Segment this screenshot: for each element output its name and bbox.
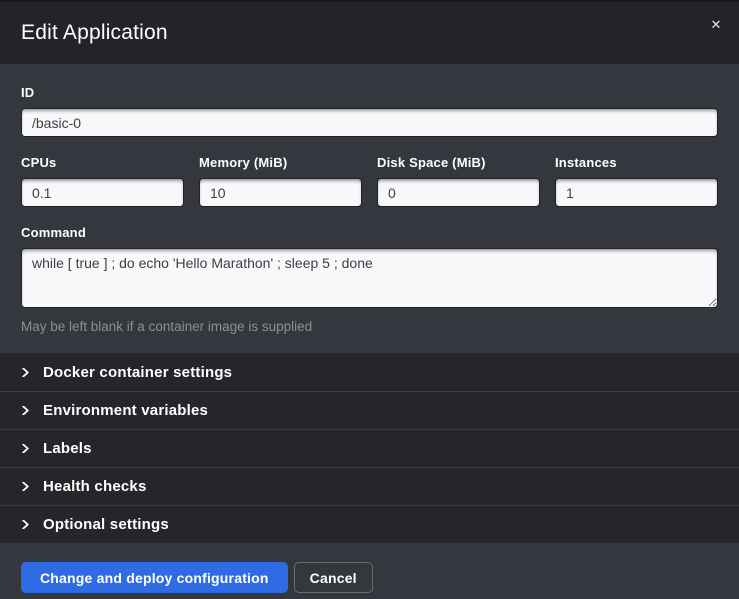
instances-field-group: Instances	[555, 155, 718, 207]
memory-input[interactable]	[199, 178, 362, 207]
modal-header: Edit Application ✕	[0, 2, 739, 64]
command-label: Command	[21, 225, 718, 241]
disk-label: Disk Space (MiB)	[377, 155, 540, 171]
memory-label: Memory (MiB)	[199, 155, 362, 171]
section-label: Optional settings	[43, 516, 169, 533]
close-icon[interactable]: ✕	[706, 16, 726, 36]
cpus-input[interactable]	[21, 178, 184, 207]
id-field-group: ID	[21, 85, 718, 137]
chevron-right-icon	[21, 520, 30, 529]
section-label: Health checks	[43, 478, 146, 495]
cancel-button[interactable]: Cancel	[294, 562, 373, 593]
command-textarea[interactable]: while [ true ] ; do echo 'Hello Marathon…	[21, 248, 718, 308]
modal-footer: Change and deploy configuration Cancel	[0, 543, 739, 599]
modal-title: Edit Application	[21, 21, 168, 45]
disk-field-group: Disk Space (MiB)	[377, 155, 540, 207]
collapsible-sections: Docker container settings Environment va…	[0, 353, 739, 543]
chevron-right-icon	[21, 482, 30, 491]
cpus-label: CPUs	[21, 155, 184, 171]
id-input[interactable]	[21, 108, 718, 137]
id-label: ID	[21, 85, 718, 101]
section-docker-container-settings[interactable]: Docker container settings	[0, 353, 739, 391]
chevron-right-icon	[21, 444, 30, 453]
memory-field-group: Memory (MiB)	[199, 155, 362, 207]
disk-input[interactable]	[377, 178, 540, 207]
application-form: ID CPUs Memory (MiB) Disk Space (MiB) In…	[0, 64, 739, 353]
section-label: Docker container settings	[43, 364, 232, 381]
edit-application-modal: Edit Application ✕ ID CPUs Memory (MiB) …	[0, 0, 739, 599]
section-optional-settings[interactable]: Optional settings	[0, 505, 739, 543]
resources-row: CPUs Memory (MiB) Disk Space (MiB) Insta…	[21, 155, 718, 207]
section-labels[interactable]: Labels	[0, 429, 739, 467]
cpus-field-group: CPUs	[21, 155, 184, 207]
command-field-group: Command while [ true ] ; do echo 'Hello …	[21, 225, 718, 335]
instances-label: Instances	[555, 155, 718, 171]
instances-input[interactable]	[555, 178, 718, 207]
section-label: Labels	[43, 440, 92, 457]
change-and-deploy-button[interactable]: Change and deploy configuration	[21, 562, 288, 593]
command-helper-text: May be left blank if a container image i…	[21, 319, 718, 335]
section-environment-variables[interactable]: Environment variables	[0, 391, 739, 429]
chevron-right-icon	[21, 368, 30, 377]
section-label: Environment variables	[43, 402, 208, 419]
chevron-right-icon	[21, 406, 30, 415]
section-health-checks[interactable]: Health checks	[0, 467, 739, 505]
